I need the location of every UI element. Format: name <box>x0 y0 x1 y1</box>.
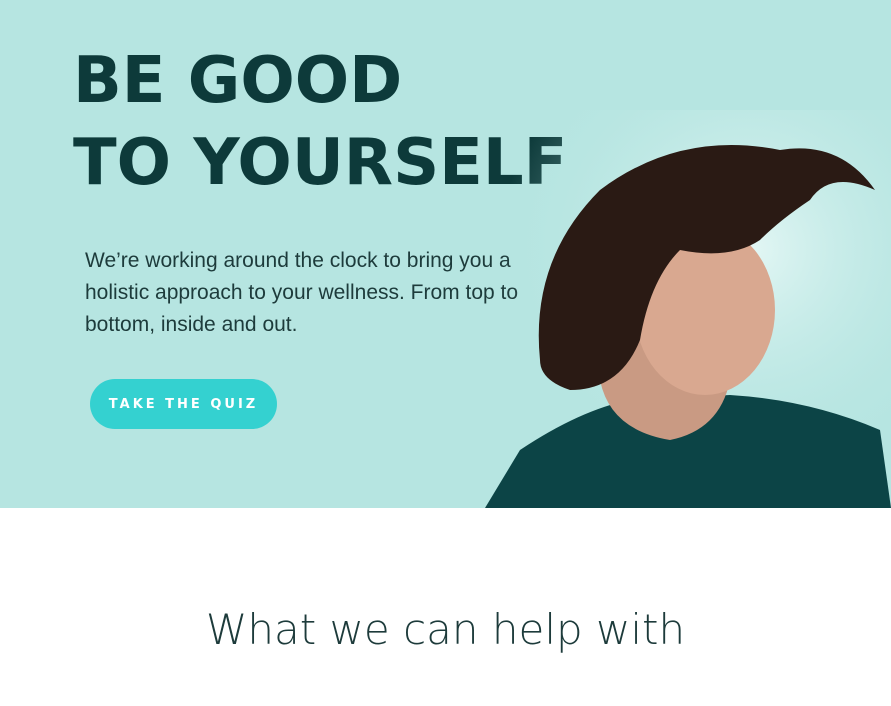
section-heading: What we can help with <box>205 605 686 654</box>
take-quiz-button[interactable]: TAKE THE QUIZ <box>90 379 277 429</box>
title-line-1: BE GOOD <box>73 44 403 118</box>
hero-section: BE GOOD TO YOURSELF We’re working around … <box>0 0 891 508</box>
hero-photo <box>480 110 891 508</box>
